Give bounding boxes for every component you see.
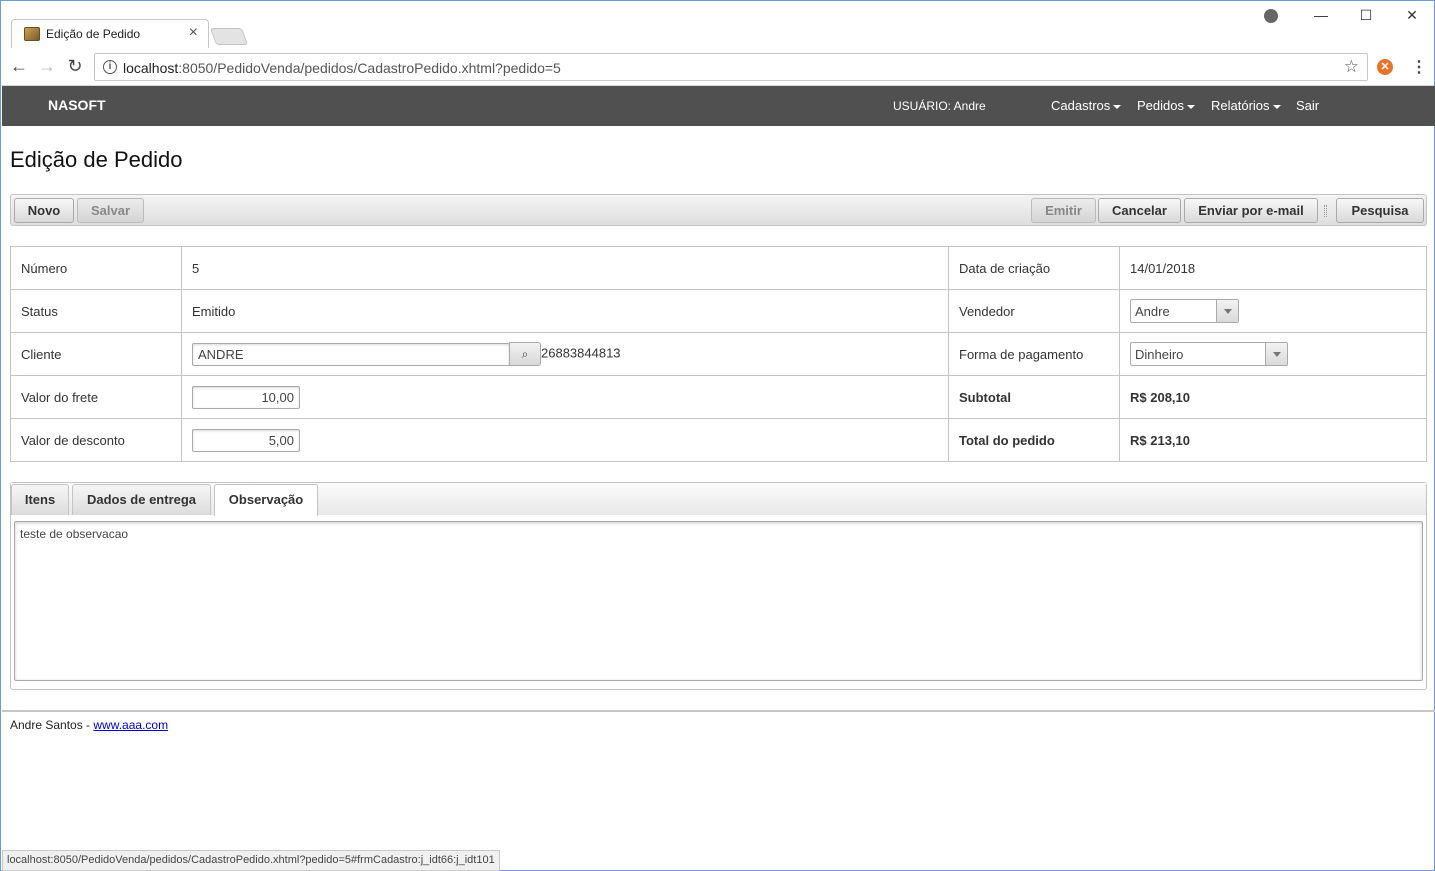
action-toolbar: Novo Salvar Emitir Cancelar Enviar por e… [10,194,1427,226]
user-label: USUÁRIO: Andre [893,99,986,113]
minimize-icon[interactable]: — [1311,7,1331,23]
browser-tab[interactable]: Edição de Pedido × [11,19,209,49]
back-icon[interactable]: ← [8,56,30,76]
maximize-icon[interactable]: ☐ [1356,7,1376,24]
menu-cadastros[interactable]: Cadastros [1051,98,1122,113]
cancelar-button[interactable]: Cancelar [1098,198,1181,223]
numero-value: 5 [181,246,949,290]
valor-desconto-cell: 5,00 [181,418,949,462]
numero-label: Número [10,246,182,290]
status-label: Status [10,289,182,333]
valor-frete-label: Valor do frete [10,375,182,419]
total-value: R$ 213,10 [1119,418,1427,462]
info-icon[interactable]: i [103,60,117,74]
app-navbar: NASOFT USUÁRIO: Andre Cadastros Pedidos … [2,86,1435,126]
browser-menu-icon[interactable]: ⋮ [1411,57,1427,77]
close-window-icon[interactable]: ✕ [1402,7,1422,24]
browser-window: Edição de Pedido × — ☐ ✕ ← → ↻ i localho… [0,0,1435,871]
valor-desconto-input[interactable]: 5,00 [192,428,300,452]
page-title: Edição de Pedido [10,147,183,172]
chevron-down-icon[interactable] [1265,343,1287,365]
browser-toolbar: ← → ↻ i localhost:8050/PedidoVenda/pedid… [1,48,1434,86]
cliente-label: Cliente [10,332,182,376]
subtotal-value: R$ 208,10 [1119,375,1427,419]
menu-relatorios[interactable]: Relatórios [1211,98,1281,113]
form-row: Valor do frete 10,00 Subtotal R$ 208,10 [10,375,1427,419]
footer: Andre Santos - www.aaa.com [10,718,168,732]
total-label: Total do pedido [948,418,1120,462]
chevron-down-icon[interactable] [1216,300,1238,322]
vendedor-cell: Andre [1119,289,1427,333]
tabview: Itens Dados de entrega Observação teste … [10,482,1427,690]
search-icon[interactable]: ⌕ [509,342,541,366]
enviar-email-button[interactable]: Enviar por e-mail [1184,198,1318,223]
browser-titlebar: Edição de Pedido × — ☐ ✕ [1,1,1434,49]
emitir-button[interactable]: Emitir [1031,198,1096,223]
forward-icon[interactable]: → [36,56,58,76]
valor-desconto-label: Valor de desconto [10,418,182,462]
status-bar: localhost:8050/PedidoVenda/pedidos/Cadas… [2,850,500,871]
forma-pagamento-cell: Dinheiro [1119,332,1427,376]
observacao-textarea[interactable]: teste de observacao [14,521,1423,681]
pedido-form: Número 5 Data de criação 14/01/2018 Stat… [10,246,1427,462]
extension-icon[interactable]: ✕ [1377,59,1393,75]
brand-logo[interactable]: NASOFT [48,97,106,113]
address-bar[interactable]: i localhost:8050/PedidoVenda/pedidos/Cad… [94,53,1368,81]
form-row: Número 5 Data de criação 14/01/2018 [10,246,1427,290]
bookmark-star-icon[interactable]: ☆ [1344,57,1359,77]
novo-button[interactable]: Novo [14,198,74,223]
cliente-cell: ANDRE ⌕ 26883844813 [181,332,949,376]
footer-divider [2,710,1435,712]
pesquisa-button[interactable]: Pesquisa [1336,198,1424,223]
close-tab-icon[interactable]: × [189,24,198,42]
footer-text: Andre Santos - [10,718,94,732]
data-criacao-value: 14/01/2018 [1119,246,1427,290]
status-value: Emitido [181,289,949,333]
valor-frete-cell: 10,00 [181,375,949,419]
chevron-down-icon [1113,104,1122,109]
new-tab-button[interactable] [209,28,249,45]
salvar-button[interactable]: Salvar [77,198,144,223]
url-text: localhost:8050/PedidoVenda/pedidos/Cadas… [123,60,561,76]
valor-frete-input[interactable]: 10,00 [192,385,300,409]
tab-itens[interactable]: Itens [11,484,69,515]
menu-pedidos[interactable]: Pedidos [1137,98,1195,113]
account-icon[interactable] [1264,9,1278,23]
forma-pagamento-selected: Dinheiro [1135,347,1184,362]
toolbar-separator [1324,205,1327,217]
vendedor-label: Vendedor [948,289,1120,333]
tab-title: Edição de Pedido [46,27,141,41]
logout-link[interactable]: Sair [1296,98,1319,113]
footer-link[interactable]: www.aaa.com [93,718,168,732]
chevron-down-icon [1186,104,1195,109]
tab-dados-entrega[interactable]: Dados de entrega [72,484,211,515]
forma-pagamento-label: Forma de pagamento [948,332,1120,376]
favicon-icon [24,27,40,41]
form-row: Cliente ANDRE ⌕ 26883844813 Forma de pagam… [10,332,1427,376]
data-criacao-label: Data de criação [948,246,1120,290]
form-row: Valor de desconto 5,00 Total do pedido R… [10,418,1427,462]
forma-pagamento-select[interactable]: Dinheiro [1130,342,1288,366]
form-row: Status Emitido Vendedor Andre [10,289,1427,333]
tab-observacao[interactable]: Observação [214,484,318,516]
chevron-down-icon [1272,104,1281,109]
subtotal-label: Subtotal [948,375,1120,419]
vendedor-selected: Andre [1135,304,1170,319]
vendedor-select[interactable]: Andre [1130,299,1239,323]
reload-icon[interactable]: ↻ [64,56,86,76]
cliente-input[interactable]: ANDRE [192,342,510,366]
tab-nav: Itens Dados de entrega Observação [11,483,1426,516]
cliente-document: 26883844813 [541,345,621,361]
